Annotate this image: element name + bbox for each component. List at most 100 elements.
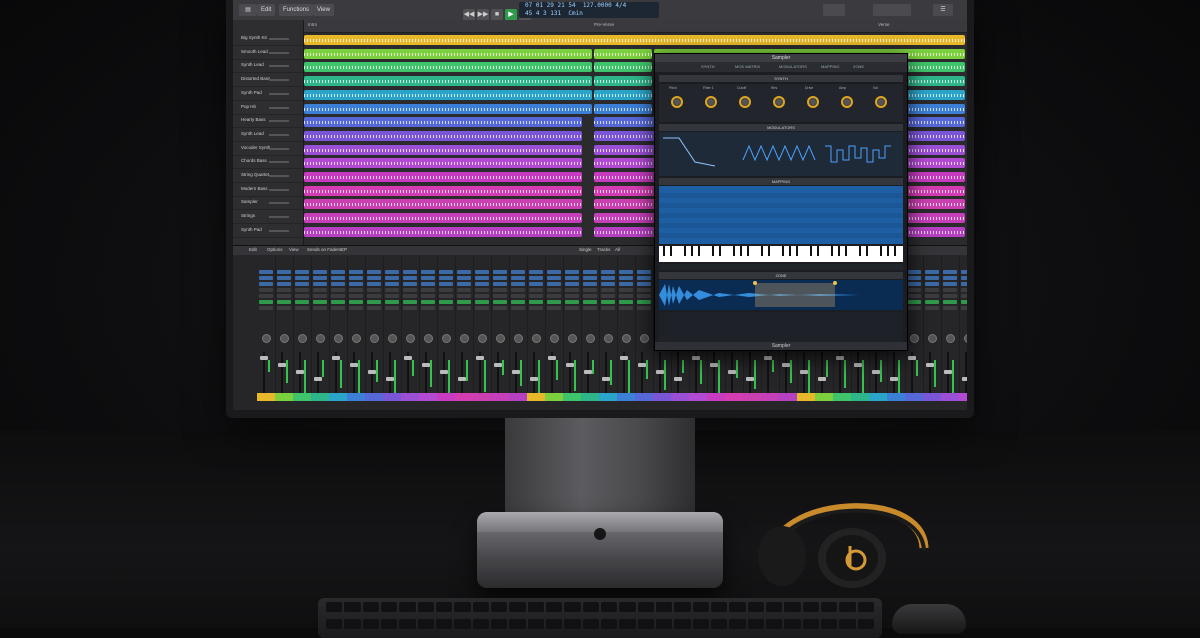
plugin-slot[interactable] [637, 270, 651, 274]
plugin-slot[interactable] [475, 288, 489, 292]
track-header[interactable]: Big Synth Kit [233, 34, 303, 46]
pan-knob[interactable] [370, 334, 379, 343]
plugin-slot[interactable] [295, 294, 309, 298]
channel-strip[interactable] [545, 256, 564, 401]
tab-mod-matrix[interactable]: MOD MATRIX [735, 64, 760, 69]
channel-strip[interactable] [581, 256, 600, 401]
synth-knob[interactable] [807, 96, 819, 108]
plugin-slot[interactable] [601, 282, 615, 286]
plugin-slot[interactable] [439, 270, 453, 274]
black-key[interactable] [880, 246, 882, 256]
audio-region[interactable] [304, 144, 582, 155]
plugin-slot[interactable] [637, 300, 651, 304]
track-header[interactable]: Synth Lead [233, 61, 303, 74]
plugin-slot[interactable] [637, 282, 651, 286]
fader-cap[interactable] [872, 370, 880, 374]
channel-strip[interactable] [617, 256, 636, 401]
plugin-slot[interactable] [601, 300, 615, 304]
audio-region[interactable] [304, 89, 592, 100]
plugin-slot[interactable] [277, 294, 291, 298]
plugin-slot[interactable] [565, 276, 579, 280]
plugin-slot[interactable] [349, 288, 363, 292]
plugin-slot[interactable] [925, 300, 939, 304]
plugin-slot[interactable] [907, 306, 921, 310]
audio-region[interactable] [594, 89, 652, 100]
volume-fader[interactable] [515, 352, 517, 396]
fader-cap[interactable] [746, 377, 754, 381]
plugin-slot[interactable] [331, 270, 345, 274]
plugin-slot[interactable] [907, 270, 921, 274]
volume-fader[interactable] [587, 352, 589, 396]
plugin-slot[interactable] [313, 300, 327, 304]
track-volume-slider[interactable] [269, 65, 289, 68]
track-header[interactable]: Modern Bass [233, 185, 303, 197]
audio-region[interactable] [304, 185, 582, 196]
plugin-slot[interactable] [385, 306, 399, 310]
plugin-slot[interactable] [367, 306, 381, 310]
plugin-slot[interactable] [421, 306, 435, 310]
plugin-slot[interactable] [565, 270, 579, 274]
plugin-slot[interactable] [493, 282, 507, 286]
audio-region[interactable] [304, 172, 582, 182]
track-header[interactable]: Hearty Bass [233, 116, 303, 129]
plugin-slot[interactable] [547, 294, 561, 298]
fader-cap[interactable] [350, 363, 358, 367]
plugin-slot[interactable] [943, 270, 957, 274]
plugin-slot[interactable] [529, 300, 543, 304]
plugin-slot[interactable] [421, 300, 435, 304]
track-header[interactable]: Pop Hit [233, 103, 303, 115]
plugin-slot[interactable] [457, 288, 471, 292]
channel-strip[interactable] [635, 256, 654, 401]
channel-strip[interactable] [527, 256, 546, 401]
plugin-slot[interactable] [259, 288, 273, 292]
tracks-tab[interactable]: Tracks [597, 247, 610, 252]
plugin-slot[interactable] [277, 282, 291, 286]
fader-cap[interactable] [782, 363, 790, 367]
volume-fader[interactable] [281, 352, 283, 396]
track-header[interactable]: Strings [233, 212, 303, 225]
channel-strip[interactable] [311, 256, 330, 401]
synth-knob[interactable] [671, 96, 683, 108]
plugin-slot[interactable] [583, 300, 597, 304]
volume-fader[interactable] [317, 352, 319, 396]
plugin-slot[interactable] [385, 300, 399, 304]
audio-region[interactable] [304, 76, 592, 87]
channel-strip[interactable] [401, 256, 420, 401]
track-header[interactable]: Smooth Lead [233, 48, 303, 60]
plugin-slot[interactable] [457, 306, 471, 310]
plugin-slot[interactable] [349, 282, 363, 286]
channel-strip[interactable] [563, 256, 582, 401]
plugin-slot[interactable] [637, 276, 651, 280]
plugin-slot[interactable] [925, 294, 939, 298]
volume-fader[interactable] [785, 352, 787, 396]
plugin-slot[interactable] [385, 294, 399, 298]
black-key[interactable] [691, 246, 693, 256]
pan-knob[interactable] [622, 334, 631, 343]
audio-region[interactable] [304, 158, 582, 169]
plugin-slot[interactable] [961, 270, 967, 274]
volume-fader[interactable] [857, 352, 859, 396]
plugin-slot[interactable] [565, 306, 579, 310]
pan-knob[interactable] [298, 334, 307, 343]
toolbar-view-menu[interactable]: View [313, 4, 334, 16]
black-key[interactable] [782, 246, 784, 256]
plugin-slot[interactable] [385, 282, 399, 286]
plugin-slot[interactable] [313, 282, 327, 286]
volume-fader[interactable] [371, 352, 373, 396]
single-tab[interactable]: Single [579, 247, 592, 252]
black-key[interactable] [887, 246, 889, 256]
volume-fader[interactable] [821, 352, 823, 396]
plugin-slot[interactable] [583, 306, 597, 310]
plugin-slot[interactable] [367, 300, 381, 304]
fader-cap[interactable] [890, 377, 898, 381]
plugin-slot[interactable] [943, 306, 957, 310]
volume-fader[interactable] [677, 352, 679, 396]
black-key[interactable] [719, 246, 721, 256]
plugin-slot[interactable] [385, 270, 399, 274]
plugin-slot[interactable] [925, 288, 939, 292]
plugin-slot[interactable] [367, 270, 381, 274]
track-header[interactable]: Chords Bass [233, 157, 303, 170]
plugin-slot[interactable] [277, 306, 291, 310]
mapping-row[interactable] [659, 238, 903, 243]
plugin-slot[interactable] [907, 300, 921, 304]
